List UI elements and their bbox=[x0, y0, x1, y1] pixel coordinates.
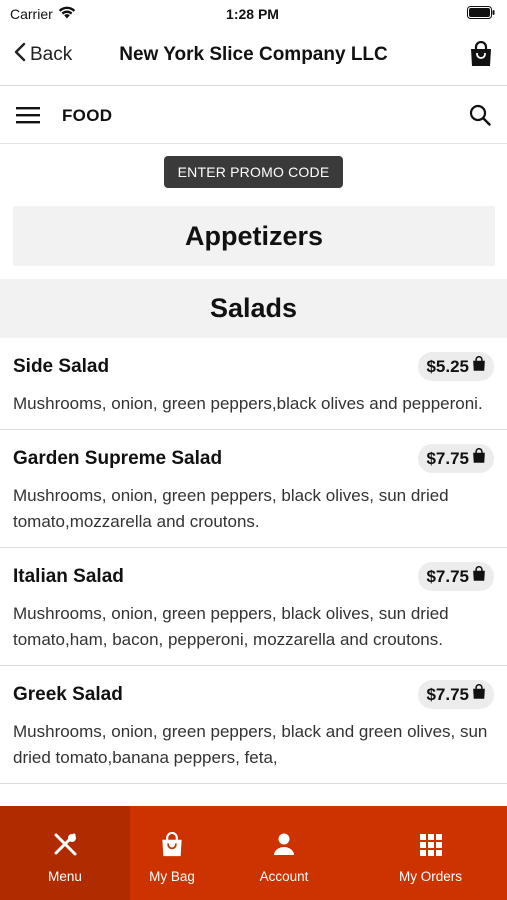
item-name: Side Salad bbox=[13, 355, 110, 377]
chevron-left-icon bbox=[14, 42, 26, 68]
item-price: $7.75 bbox=[426, 448, 469, 468]
menu-item[interactable]: Side Salad $5.25 Mushrooms, onion, green… bbox=[0, 338, 507, 430]
add-to-bag-button[interactable]: $5.25 bbox=[418, 352, 494, 381]
shopping-bag-icon bbox=[472, 356, 486, 377]
add-to-bag-button[interactable]: $7.75 bbox=[418, 562, 494, 591]
menu-item-list: Side Salad $5.25 Mushrooms, onion, green… bbox=[0, 338, 507, 806]
add-to-bag-button[interactable]: $7.75 bbox=[418, 680, 494, 709]
back-button[interactable]: Back bbox=[14, 42, 72, 68]
status-time: 1:28 PM bbox=[226, 6, 279, 22]
grid-icon bbox=[419, 832, 443, 861]
navigation-bar: Back New York Slice Company LLC bbox=[0, 28, 507, 86]
category-bar: FOOD bbox=[0, 87, 507, 144]
add-to-bag-button[interactable]: $7.75 bbox=[418, 444, 494, 473]
menu-item[interactable]: Italian Salad $7.75 Mushrooms, onion, gr… bbox=[0, 548, 507, 666]
item-price: $5.25 bbox=[426, 356, 469, 376]
item-description: Mushrooms, onion, green peppers, black o… bbox=[13, 604, 449, 649]
bag-button[interactable] bbox=[469, 40, 493, 73]
tab-account[interactable]: Account bbox=[214, 806, 354, 900]
tab-menu-label: Menu bbox=[48, 869, 82, 884]
category-title: FOOD bbox=[62, 106, 113, 125]
item-name: Garden Supreme Salad bbox=[13, 447, 223, 469]
item-price: $7.75 bbox=[426, 684, 469, 704]
shopping-bag-icon bbox=[469, 40, 493, 72]
tab-orders-label: My Orders bbox=[398, 869, 462, 884]
item-description: Mushrooms, onion, green peppers, black o… bbox=[13, 486, 449, 531]
shopping-bag-icon bbox=[472, 684, 486, 705]
tab-account-label: Account bbox=[259, 869, 309, 884]
fork-knife-icon bbox=[52, 832, 78, 861]
back-label: Back bbox=[30, 44, 73, 65]
category-salads[interactable]: Salads bbox=[0, 279, 507, 338]
item-price: $7.75 bbox=[426, 566, 469, 586]
item-name: Italian Salad bbox=[13, 565, 124, 587]
promo-container: ENTER PROMO CODE bbox=[0, 156, 507, 188]
category-appetizers[interactable]: Appetizers bbox=[13, 206, 495, 266]
battery-icon bbox=[466, 6, 495, 22]
shopping-bag-icon bbox=[472, 566, 486, 587]
tab-my-bag[interactable]: My Bag bbox=[130, 806, 214, 900]
menu-item[interactable]: Greek Salad $7.75 Mushrooms, onion, gree… bbox=[0, 666, 507, 784]
shopping-bag-icon bbox=[160, 831, 184, 861]
hamburger-icon bbox=[16, 107, 40, 128]
tab-bar: Menu My Bag Account My Orders bbox=[0, 806, 507, 900]
status-left: Carrier bbox=[10, 6, 130, 22]
search-icon bbox=[469, 104, 491, 130]
tab-bag-label: My Bag bbox=[149, 869, 195, 884]
shopping-bag-icon bbox=[472, 448, 486, 469]
promo-code-button[interactable]: ENTER PROMO CODE bbox=[163, 156, 344, 188]
item-name: Greek Salad bbox=[13, 683, 123, 705]
item-description: Mushrooms, onion, green peppers, black a… bbox=[13, 722, 488, 767]
tab-menu[interactable]: Menu bbox=[0, 806, 130, 900]
search-button[interactable] bbox=[469, 104, 491, 131]
tab-my-orders[interactable]: My Orders bbox=[354, 806, 507, 900]
menu-item[interactable]: Garden Supreme Salad $7.75 Mushrooms, on… bbox=[0, 430, 507, 548]
status-bar: Carrier 1:28 PM bbox=[0, 0, 507, 28]
wifi-icon bbox=[58, 6, 76, 22]
page-title: New York Slice Company LLC bbox=[119, 44, 388, 65]
carrier-label: Carrier bbox=[10, 6, 53, 22]
hamburger-button[interactable] bbox=[16, 106, 40, 129]
item-description: Mushrooms, onion, green peppers,black ol… bbox=[13, 394, 483, 413]
person-icon bbox=[272, 832, 296, 861]
